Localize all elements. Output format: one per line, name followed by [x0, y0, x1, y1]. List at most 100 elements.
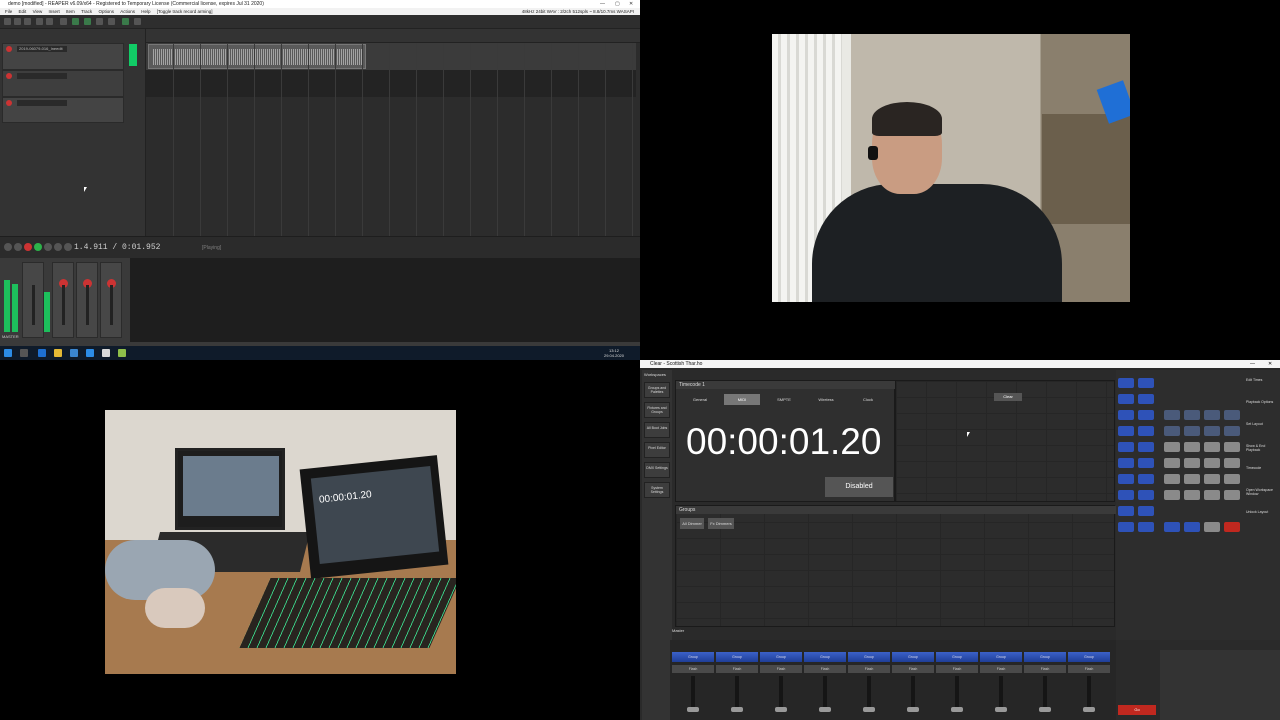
- task-view-icon[interactable]: [20, 349, 28, 357]
- menu-track[interactable]: Track: [81, 9, 92, 14]
- repeat-icon[interactable]: [44, 243, 52, 251]
- playback-button[interactable]: Group: [892, 652, 934, 662]
- maximize-icon[interactable]: ▢: [615, 0, 620, 8]
- play-icon[interactable]: [34, 243, 42, 251]
- mixer-strip[interactable]: [76, 262, 98, 338]
- snap-icon[interactable]: [72, 18, 79, 25]
- save-project-icon[interactable]: [24, 18, 31, 25]
- record-arm-icon[interactable]: [6, 46, 12, 52]
- key-button[interactable]: [1224, 442, 1240, 452]
- go-button[interactable]: Go: [1118, 705, 1156, 715]
- key-button[interactable]: [1204, 442, 1220, 452]
- key-button[interactable]: [1138, 506, 1154, 516]
- playback-button[interactable]: Group: [1024, 652, 1066, 662]
- key-button[interactable]: [1184, 474, 1200, 484]
- arrange-view[interactable]: [145, 29, 640, 236]
- key-button[interactable]: [1184, 522, 1200, 532]
- group-all-dimmer[interactable]: All Dimmer: [680, 518, 704, 529]
- track-name[interactable]: [17, 73, 67, 79]
- chrome-icon[interactable]: [102, 349, 110, 357]
- key-button[interactable]: [1224, 410, 1240, 420]
- disabled-button[interactable]: Disabled: [825, 477, 893, 497]
- flash-button[interactable]: Flash: [936, 665, 978, 673]
- lock-icon[interactable]: [96, 18, 103, 25]
- flash-button[interactable]: Flash: [716, 665, 758, 673]
- track-1[interactable]: 2019-06079-016_Ineedit: [2, 43, 137, 70]
- key-button[interactable]: [1184, 442, 1200, 452]
- fader-handle[interactable]: [995, 707, 1007, 712]
- timeline-ruler[interactable]: [146, 29, 640, 43]
- key-button[interactable]: [1138, 522, 1154, 532]
- key-button[interactable]: [1138, 378, 1154, 388]
- key-button[interactable]: [1224, 458, 1240, 468]
- minimize-icon[interactable]: —: [600, 0, 605, 8]
- record-icon[interactable]: [24, 243, 32, 251]
- key-button[interactable]: [1118, 378, 1134, 388]
- flash-button[interactable]: Flash: [980, 665, 1022, 673]
- track-3[interactable]: [2, 97, 124, 123]
- playback-button[interactable]: Group: [980, 652, 1022, 662]
- clear-button[interactable]: Clear: [994, 393, 1022, 401]
- open-project-icon[interactable]: [14, 18, 21, 25]
- fader[interactable]: [32, 285, 35, 325]
- minimize-icon[interactable]: —: [1250, 360, 1255, 368]
- key-button[interactable]: [1164, 490, 1180, 500]
- record-arm-icon[interactable]: [6, 73, 12, 79]
- key-button[interactable]: [1184, 490, 1200, 500]
- flash-button[interactable]: Flash: [760, 665, 802, 673]
- key-button[interactable]: [1224, 474, 1240, 484]
- grid-icon[interactable]: [60, 18, 67, 25]
- key-button[interactable]: [1184, 426, 1200, 436]
- pause-icon[interactable]: [64, 243, 72, 251]
- media-item[interactable]: [148, 44, 366, 69]
- nav-groups-palettes[interactable]: Groups and Palettes: [644, 382, 670, 398]
- timecode-label[interactable]: Timecode: [1246, 466, 1278, 474]
- menu-help[interactable]: Help: [141, 9, 150, 14]
- key-button[interactable]: [1118, 410, 1134, 420]
- flash-button[interactable]: Flash: [848, 665, 890, 673]
- nav-system-settings[interactable]: System Settings: [644, 482, 670, 498]
- fader-handle[interactable]: [951, 707, 963, 712]
- new-project-icon[interactable]: [4, 18, 11, 25]
- stop-icon[interactable]: [54, 243, 62, 251]
- key-button[interactable]: [1118, 442, 1134, 452]
- fader-handle[interactable]: [687, 707, 699, 712]
- track-2[interactable]: [2, 70, 124, 97]
- menu-insert[interactable]: Insert: [49, 9, 60, 14]
- fader-handle[interactable]: [863, 707, 875, 712]
- key-button[interactable]: [1164, 458, 1180, 468]
- key-button[interactable]: [1224, 426, 1240, 436]
- nav-dmx-settings[interactable]: DMX Settings: [644, 462, 670, 478]
- key-button[interactable]: [1118, 522, 1134, 532]
- fader-handle[interactable]: [731, 707, 743, 712]
- tab-smpte[interactable]: SMPTE: [766, 394, 802, 405]
- playback-button[interactable]: Group: [716, 652, 758, 662]
- track-name[interactable]: 2019-06079-016_Ineedit: [17, 46, 67, 52]
- envelope-icon[interactable]: [108, 18, 115, 25]
- close-icon[interactable]: ✕: [1268, 360, 1272, 368]
- flash-button[interactable]: Flash: [672, 665, 714, 673]
- nav-pixel-editor[interactable]: Pixel Editor: [644, 442, 670, 458]
- key-button[interactable]: [1138, 490, 1154, 500]
- mixer-strip[interactable]: [52, 262, 74, 338]
- key-button[interactable]: [1164, 442, 1180, 452]
- tab-wireless[interactable]: Wireless: [808, 394, 844, 405]
- edit-times-label[interactable]: Edit Times: [1246, 378, 1278, 386]
- mixer-strip[interactable]: [100, 262, 122, 338]
- key-button[interactable]: [1118, 394, 1134, 404]
- show-end-playback-label[interactable]: Show & End Playback: [1246, 444, 1278, 452]
- key-button[interactable]: [1164, 522, 1180, 532]
- playback-button[interactable]: Group: [804, 652, 846, 662]
- flash-button[interactable]: Flash: [1068, 665, 1110, 673]
- key-button[interactable]: [1184, 410, 1200, 420]
- fader-handle[interactable]: [819, 707, 831, 712]
- key-button[interactable]: [1184, 458, 1200, 468]
- key-button[interactable]: [1204, 522, 1220, 532]
- set-layout-label[interactable]: Set Layout: [1246, 422, 1278, 430]
- menu-options[interactable]: Options: [98, 9, 114, 14]
- key-button[interactable]: [1138, 426, 1154, 436]
- explorer-icon[interactable]: [54, 349, 62, 357]
- fader[interactable]: [86, 285, 89, 325]
- tab-midi[interactable]: MIDI: [724, 394, 760, 405]
- reaper-icon[interactable]: [118, 349, 126, 357]
